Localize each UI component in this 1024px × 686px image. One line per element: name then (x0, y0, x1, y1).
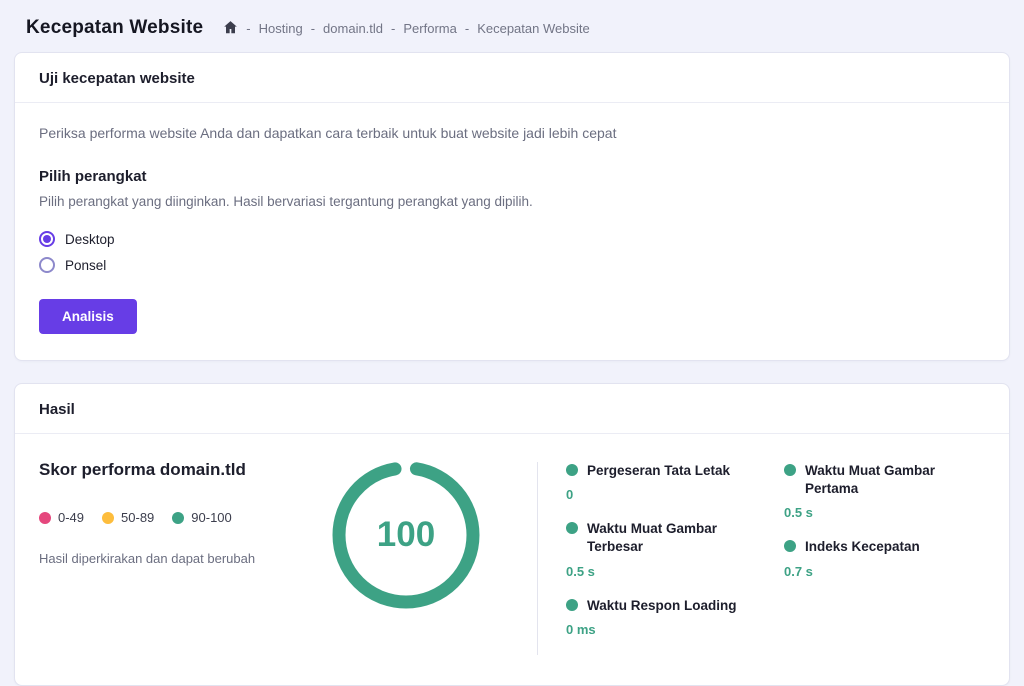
score-legend: 0-49 50-89 90-100 (39, 510, 301, 525)
score-info: Skor performa domain.tld 0-49 50-89 90-1… (39, 460, 301, 566)
legend-dot-mid (102, 512, 114, 524)
home-icon[interactable] (223, 20, 238, 35)
metric-status-dot (784, 464, 796, 476)
breadcrumb-item-performa[interactable]: Performa (403, 21, 456, 36)
metric-waktu-muat-gambar-terbesar: Waktu Muat Gambar Terbesar 0.5 s (566, 520, 784, 578)
metric-status-dot (566, 464, 578, 476)
results-card-body: Skor performa domain.tld 0-49 50-89 90-1… (15, 434, 1009, 685)
analyze-button[interactable]: Analisis (39, 299, 137, 334)
results-card: Hasil Skor performa domain.tld 0-49 50-8… (14, 383, 1010, 686)
metric-value: 0 (566, 487, 784, 502)
radio-desktop-control[interactable] (39, 231, 55, 247)
score-gauge-wrap: 100 (301, 454, 511, 616)
device-radio-group: Desktop Ponsel (39, 231, 985, 273)
breadcrumb-separator: - (391, 21, 395, 36)
speed-test-description: Periksa performa website Anda dan dapatk… (39, 125, 985, 141)
speed-test-card: Uji kecepatan website Periksa performa w… (14, 52, 1010, 361)
metric-value: 0.7 s (784, 564, 985, 579)
metrics-column-1: Pergeseran Tata Letak 0 Waktu Muat Gamba… (566, 462, 784, 655)
results-divider (537, 462, 538, 655)
legend-item-low: 0-49 (39, 510, 84, 525)
page-title: Kecepatan Website (26, 17, 203, 39)
metric-waktu-respon-loading: Waktu Respon Loading 0 ms (566, 597, 784, 637)
performance-score-value: 100 (325, 454, 487, 616)
device-section-title: Pilih perangkat (39, 168, 985, 185)
radio-ponsel-label: Ponsel (65, 258, 106, 273)
breadcrumb: - Hosting - domain.tld - Performa - Kece… (223, 21, 589, 36)
results-card-title: Hasil (15, 384, 1009, 434)
score-gauge: 100 (325, 454, 487, 616)
metric-waktu-muat-gambar-pertama: Waktu Muat Gambar Pertama 0.5 s (784, 462, 985, 520)
metric-value: 0.5 s (566, 564, 784, 579)
radio-ponsel-control[interactable] (39, 257, 55, 273)
device-section-description: Pilih perangkat yang diinginkan. Hasil b… (39, 194, 985, 209)
legend-item-high: 90-100 (172, 510, 231, 525)
speed-test-card-body: Periksa performa website Anda dan dapatk… (15, 103, 1009, 360)
score-heading: Skor performa domain.tld (39, 460, 301, 480)
metric-status-dot (784, 540, 796, 552)
breadcrumb-separator: - (311, 21, 315, 36)
legend-dot-low (39, 512, 51, 524)
metric-value: 0.5 s (784, 505, 985, 520)
metric-label: Pergeseran Tata Letak (587, 462, 730, 480)
metric-label: Waktu Muat Gambar Terbesar (587, 520, 757, 556)
metric-pergeseran-tata-letak: Pergeseran Tata Letak 0 (566, 462, 784, 502)
radio-option-desktop[interactable]: Desktop (39, 231, 115, 247)
metrics: Pergeseran Tata Letak 0 Waktu Muat Gamba… (566, 460, 985, 655)
radio-option-ponsel[interactable]: Ponsel (39, 257, 106, 273)
metric-value: 0 ms (566, 622, 784, 637)
breadcrumb-item-domain[interactable]: domain.tld (323, 21, 383, 36)
metric-label: Waktu Muat Gambar Pertama (805, 462, 975, 498)
breadcrumb-separator: - (465, 21, 469, 36)
radio-desktop-label: Desktop (65, 232, 115, 247)
metric-status-dot (566, 522, 578, 534)
breadcrumb-item-current: Kecepatan Website (477, 21, 590, 36)
legend-label-mid: 50-89 (121, 510, 154, 525)
legend-label-low: 0-49 (58, 510, 84, 525)
breadcrumb-separator: - (246, 21, 250, 36)
metric-status-dot (566, 599, 578, 611)
score-note: Hasil diperkirakan dan dapat berubah (39, 551, 301, 566)
topbar: Kecepatan Website - Hosting - domain.tld… (0, 0, 1024, 52)
metric-label: Waktu Respon Loading (587, 597, 737, 615)
metric-indeks-kecepatan: Indeks Kecepatan 0.7 s (784, 538, 985, 578)
metric-label: Indeks Kecepatan (805, 538, 920, 556)
legend-item-mid: 50-89 (102, 510, 154, 525)
legend-label-high: 90-100 (191, 510, 231, 525)
breadcrumb-item-hosting[interactable]: Hosting (259, 21, 303, 36)
legend-dot-high (172, 512, 184, 524)
speed-test-card-title: Uji kecepatan website (15, 53, 1009, 103)
metrics-column-2: Waktu Muat Gambar Pertama 0.5 s Indeks K… (784, 462, 985, 655)
